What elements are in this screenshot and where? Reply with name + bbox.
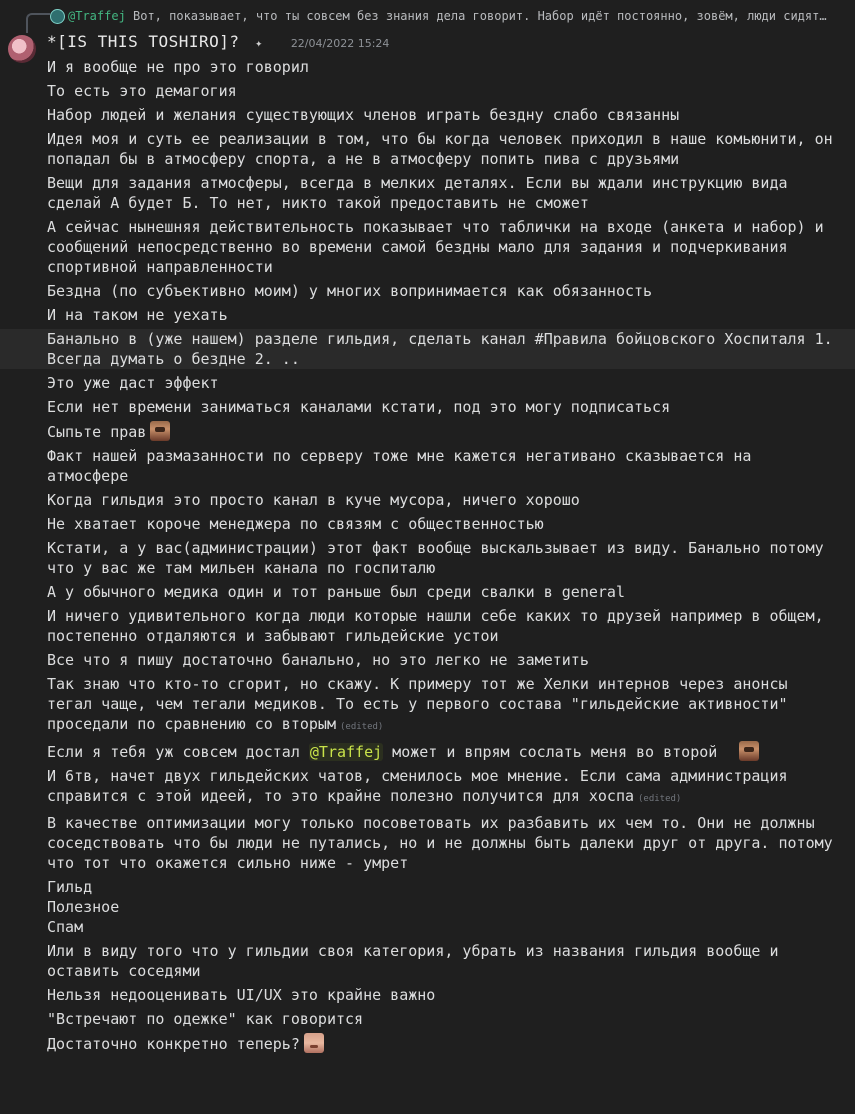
message-line: И я вообще не про это говорил	[47, 58, 309, 76]
face-emoji[interactable]	[303, 1033, 324, 1053]
reply-preview[interactable]: @Traffej Вот, показывает, что ты совсем …	[0, 0, 855, 36]
timestamp: 22/04/2022 15:24	[290, 37, 390, 50]
edited-label: (edited)	[638, 794, 682, 804]
username[interactable]: *[IS THIS TOSHIRO]?	[47, 32, 240, 51]
message-line: Бездна (по субъективно моим) у многих во…	[47, 282, 653, 300]
user-mention[interactable]: @Traffej	[308, 743, 384, 761]
reply-spine	[26, 13, 50, 33]
message-line: Когда гильдия это просто канал в куче му…	[47, 491, 580, 509]
message-line: Факт нашей размазанности по серверу тоже…	[47, 447, 752, 485]
message-line: И на таком не уехать	[47, 306, 228, 324]
message-line: Так знаю что кто-то сгорит, но скажу. К …	[47, 675, 788, 733]
meme-face-emoji[interactable]	[150, 421, 171, 441]
message-line: Если нет времени заниматься каналами кст…	[47, 398, 671, 416]
message-line: Полезное	[47, 898, 120, 916]
message-header: *[IS THIS TOSHIRO]? ✦ 22/04/2022 15:24	[47, 32, 389, 60]
message-line: И ничего удивительного когда люди которы…	[47, 607, 824, 645]
message-line: А сейчас нынешняя действительность показ…	[47, 218, 824, 276]
role-badge-icon: ✦	[255, 36, 263, 50]
message-line: Или в виду того что у гильдии своя катег…	[47, 942, 779, 980]
message-line: Достаточно конкретно теперь?	[0, 1033, 855, 1054]
message-line: Сыпьте прав	[0, 421, 855, 442]
message-line: А у обычного медика один и тот раньше бы…	[47, 583, 625, 601]
message-line: "Встречают по одежке" как говорится	[47, 1010, 364, 1028]
message-line: Не хватает короче менеджера по связям с …	[47, 515, 544, 533]
reply-text[interactable]: Вот, показывает, что ты совсем без знани…	[133, 9, 838, 23]
message-line: Набор людей и желания существующих члено…	[47, 106, 680, 124]
reply-author-avatar[interactable]	[50, 9, 65, 24]
meme-face-emoji[interactable]	[739, 741, 760, 761]
message-line: И 6тв, начет двух гильдейских чатов, сме…	[47, 767, 788, 805]
message-line: Вещи для задания атмосферы, всегда в мел…	[47, 174, 788, 212]
message-line: Если я тебя уж совсем достал @Traffej мо…	[0, 741, 855, 762]
edited-label: (edited)	[339, 722, 384, 732]
message-line: То есть это демагогия	[47, 82, 237, 100]
message-list: И я вообще не про это говорил То есть эт…	[0, 57, 855, 1058]
message-line: Спам	[47, 918, 84, 936]
message-line: В качестве оптимизации могу только посов…	[47, 814, 833, 872]
message-line: Гильд	[47, 878, 93, 896]
message-line: Идея моя и суть ее реализации в том, что…	[47, 130, 833, 168]
message-line: Все что я пишу достаточно банально, но э…	[47, 651, 589, 669]
reply-author-name[interactable]: @Traffej	[68, 9, 126, 23]
message-line-hovered: Банально в (уже нашем) разделе гильдия, …	[0, 329, 855, 369]
message-line: Нельзя недооценивать UI/UX это крайне ва…	[47, 986, 436, 1004]
message-line: Кстати, а у вас(администрации) этот факт…	[47, 539, 824, 577]
message-line: Это уже даст эффект	[47, 374, 219, 392]
